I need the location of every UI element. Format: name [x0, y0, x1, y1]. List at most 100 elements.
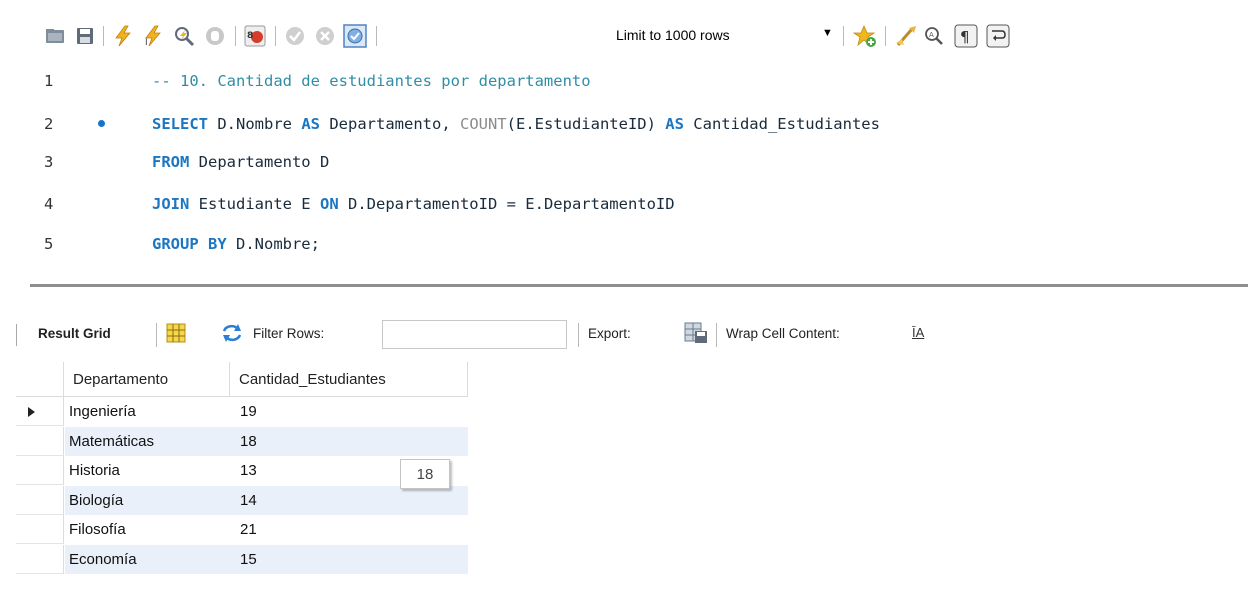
wrap-cell-content-label: Wrap Cell Content:	[726, 326, 840, 341]
table-row[interactable]: Matemáticas 18	[16, 427, 468, 456]
toolbar-separator	[235, 26, 236, 46]
row-header[interactable]	[16, 397, 64, 426]
result-grid-tab[interactable]: Result Grid	[38, 326, 111, 341]
sql-function: COUNT	[459, 115, 507, 133]
filter-rows-input[interactable]	[382, 320, 567, 349]
toolbar-separator	[578, 323, 579, 347]
toolbar-separator	[275, 26, 276, 46]
svg-text:8: 8	[247, 31, 253, 41]
line-number: 2	[44, 115, 54, 133]
toolbar-separator	[103, 26, 104, 46]
export-label: Export:	[588, 326, 631, 341]
row-header[interactable]	[16, 456, 64, 485]
cell-cantidad-estudiantes[interactable]: 21	[230, 515, 468, 544]
explain-icon[interactable]	[172, 23, 198, 49]
beautify-icon[interactable]	[893, 23, 919, 49]
add-snippet-icon[interactable]	[852, 23, 878, 49]
toolbar-separator	[376, 26, 377, 46]
save-icon[interactable]	[72, 23, 98, 49]
cell-cantidad-estudiantes[interactable]: 18	[230, 427, 468, 456]
line-number: 3	[44, 153, 54, 171]
svg-text:¶: ¶	[960, 28, 970, 46]
statement-marker-icon	[98, 120, 105, 127]
result-toolbar: Result Grid Filter Rows: Export: Wrap Ce…	[16, 316, 1248, 354]
cell-cantidad-estudiantes[interactable]: 19	[230, 397, 468, 426]
sql-text: D.Nombre	[208, 115, 302, 133]
cell-cantidad-estudiantes[interactable]: 14	[230, 486, 468, 515]
row-header[interactable]	[16, 427, 64, 456]
invisible-chars-icon[interactable]: ¶	[953, 23, 979, 49]
cell-departamento[interactable]: Ingeniería	[65, 397, 230, 426]
toolbar-separator	[156, 323, 157, 347]
sql-editor[interactable]: 1 -- 10. Cantidad de estudiantes por dep…	[16, 58, 1248, 272]
sql-keyword: AS	[665, 115, 684, 133]
sql-text: Departamento,	[320, 115, 460, 133]
row-header[interactable]	[16, 545, 64, 574]
cell-tooltip: 18	[400, 459, 450, 489]
current-row-arrow-icon	[28, 407, 35, 417]
cell-departamento[interactable]: Filosofía	[65, 515, 230, 544]
table-row[interactable]: Ingeniería 19	[16, 397, 468, 426]
panel-splitter[interactable]	[30, 284, 1248, 287]
line-number: 4	[44, 195, 54, 213]
toolbar-separator	[716, 323, 717, 347]
filter-rows-label: Filter Rows:	[253, 326, 325, 341]
stop-icon[interactable]	[202, 23, 228, 49]
sql-text: D.Nombre;	[226, 235, 320, 253]
grid-corner[interactable]	[16, 362, 64, 397]
row-header[interactable]	[16, 486, 64, 515]
rollback-icon[interactable]	[312, 23, 338, 49]
sql-comment: -- 10. Cantidad de estudiantes por depar…	[152, 72, 591, 90]
toggle-error-icon[interactable]: 8	[242, 23, 268, 49]
table-row[interactable]: Economía 15	[16, 545, 468, 574]
grid-layout-icon[interactable]	[166, 323, 186, 346]
sql-statement: FROM Departamento D	[152, 153, 329, 171]
sql-text: Estudiante E	[189, 195, 320, 213]
limit-rows-label: Limit to 1000 rows	[616, 27, 730, 43]
line-number: 1	[44, 72, 54, 90]
code-line: 2 SELECT D.Nombre AS Departamento, COUNT…	[16, 109, 1248, 139]
editor-toolbar: I 8 Limit to 1000 rows ▼ A ¶	[0, 0, 1248, 58]
sql-text: (E.EstudianteID)	[506, 115, 666, 133]
wrap-icon[interactable]	[985, 23, 1011, 49]
toolbar-separator	[885, 26, 886, 46]
cell-departamento[interactable]: Biología	[65, 486, 230, 515]
table-row[interactable]: Filosofía 21	[16, 515, 468, 544]
limit-rows-select[interactable]: Limit to 1000 rows ▼	[600, 24, 850, 48]
cell-departamento[interactable]: Economía	[65, 545, 230, 574]
sql-text: Departamento D	[189, 153, 330, 171]
svg-text:A: A	[929, 31, 934, 39]
find-icon[interactable]: A	[921, 23, 947, 49]
cell-cantidad-estudiantes[interactable]: 15	[230, 545, 468, 574]
code-line: 5 GROUP BY D.Nombre;	[16, 229, 1248, 259]
chevron-down-icon: ▼	[822, 27, 833, 39]
column-header-departamento[interactable]: Departamento	[64, 362, 230, 397]
sql-statement: SELECT D.Nombre AS Departamento, COUNT(E…	[152, 115, 880, 133]
line-number: 5	[44, 235, 54, 253]
code-line: 4 JOIN Estudiante E ON D.DepartamentoID …	[16, 189, 1248, 219]
export-icon[interactable]	[684, 322, 708, 347]
toolbar-separator	[843, 26, 844, 46]
wrap-cell-icon[interactable]: ĪA	[912, 325, 924, 340]
column-header-cantidad-estudiantes[interactable]: Cantidad_Estudiantes	[230, 362, 468, 397]
sql-keyword: AS	[301, 115, 320, 133]
sql-keyword: GROUP BY	[152, 235, 227, 253]
commit-icon[interactable]	[282, 23, 308, 49]
autocommit-icon[interactable]	[342, 23, 368, 49]
toolbar-separator	[16, 324, 17, 346]
row-header[interactable]	[16, 515, 64, 544]
sql-keyword: JOIN	[152, 195, 190, 213]
sql-statement: JOIN Estudiante E ON D.DepartamentoID = …	[152, 195, 675, 213]
cell-departamento[interactable]: Historia	[65, 456, 230, 485]
open-folder-icon[interactable]	[42, 23, 68, 49]
sql-statement: GROUP BY D.Nombre;	[152, 235, 320, 253]
table-row[interactable]: Biología 14	[16, 486, 468, 515]
refresh-icon[interactable]	[221, 323, 243, 346]
execute-current-icon[interactable]: I	[140, 23, 166, 49]
execute-icon[interactable]	[110, 23, 136, 49]
cell-departamento[interactable]: Matemáticas	[65, 427, 230, 456]
sql-text: Cantidad_Estudiantes	[683, 115, 880, 133]
sql-keyword: ON	[319, 195, 339, 213]
sql-keyword: SELECT	[152, 115, 208, 133]
svg-text:I: I	[145, 38, 148, 47]
